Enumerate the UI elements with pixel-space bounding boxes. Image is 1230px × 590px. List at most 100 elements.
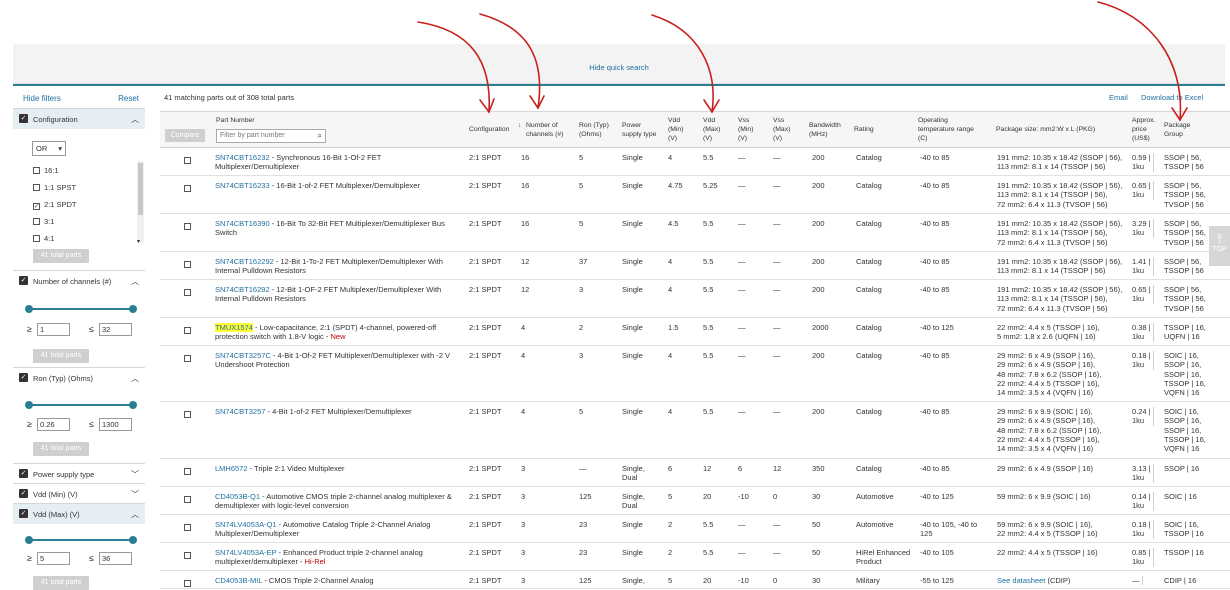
chevron-up-icon[interactable]: ︿ — [131, 373, 139, 384]
chevron-up-icon[interactable]: ︿ — [131, 509, 139, 520]
check-icon[interactable]: ✓ — [19, 373, 28, 382]
header-vss-max[interactable]: Vss (Max) (V) — [773, 116, 795, 143]
header-vss-min[interactable]: Vss (Min) (V) — [738, 116, 760, 143]
header-part-number[interactable]: Part Number — [216, 116, 255, 125]
option-16-1[interactable]: 16:1 — [33, 166, 59, 175]
checkbox[interactable] — [33, 184, 40, 191]
facet-configuration-header[interactable]: ✓ Configuration ︿ — [13, 109, 145, 129]
row-compare-checkbox[interactable] — [184, 185, 191, 192]
row-compare-checkbox[interactable] — [184, 552, 191, 559]
total-parts-button[interactable]: 41 total parts — [33, 249, 89, 263]
back-to-top-button[interactable]: ⤒ TOP — [1209, 226, 1230, 266]
option-2-1-spdt[interactable]: ✓ 2:1 SPDT — [33, 200, 77, 210]
part-number-link[interactable]: SN74CBT162292 — [215, 257, 274, 266]
facet-vdd-min-header[interactable]: ✓ Vdd (Min) (V) ﹀ — [13, 484, 145, 504]
download-excel-link[interactable]: Download to Excel — [1141, 93, 1203, 102]
check-icon[interactable]: ✓ — [19, 509, 28, 518]
row-compare-checkbox[interactable] — [184, 289, 191, 296]
row-compare-checkbox[interactable] — [184, 468, 191, 475]
slider-handle-max[interactable] — [129, 401, 137, 409]
slider-handle-min[interactable] — [25, 305, 33, 313]
facet-ron-header[interactable]: ✓ Ron (Typ) (Ohms) ︿ — [13, 368, 145, 388]
scroll-down-icon[interactable]: ▾ — [137, 238, 140, 245]
checkbox[interactable] — [33, 218, 40, 225]
ron-max-input[interactable]: 1300 — [99, 418, 132, 431]
header-power[interactable]: Power supply type — [622, 121, 660, 139]
row-compare-checkbox[interactable] — [184, 524, 191, 531]
ron-min-input[interactable]: 0.26 — [37, 418, 70, 431]
search-icon[interactable]: ⌕ — [318, 130, 322, 142]
part-number-link[interactable]: CD4053B-MIL — [215, 576, 262, 585]
channels-range-slider[interactable] — [25, 305, 137, 313]
facet-channels-header[interactable]: ✓ Number of channels (#) ︿ — [13, 271, 145, 291]
datasheet-link[interactable]: See datasheet — [997, 576, 1045, 585]
header-temperature[interactable]: Operating temperature range (C) — [918, 116, 982, 143]
total-parts-button[interactable]: 41 total parts — [33, 442, 89, 456]
part-number-link[interactable]: CD4053B-Q1 — [215, 492, 260, 501]
slider-handle-max[interactable] — [129, 536, 137, 544]
channels-max-input[interactable]: 32 — [99, 323, 132, 336]
part-number-link[interactable]: SN74CBT16390 — [215, 219, 270, 228]
row-compare-checkbox[interactable] — [184, 411, 191, 418]
slider-handle-min[interactable] — [25, 401, 33, 409]
channels-min-input[interactable]: 1 — [37, 323, 70, 336]
part-number-link[interactable]: SN74CBT3257C — [215, 351, 271, 360]
total-parts-button[interactable]: 41 total parts — [33, 349, 89, 363]
row-compare-checkbox[interactable] — [184, 157, 191, 164]
check-icon[interactable]: ✓ — [19, 469, 28, 478]
options-scrollbar[interactable]: ▾ — [137, 161, 144, 245]
part-number-filter-input[interactable]: Filter by part number ⌕ — [216, 129, 326, 143]
email-link[interactable]: Email — [1109, 93, 1128, 102]
chevron-down-icon[interactable]: ﹀ — [131, 489, 139, 500]
row-compare-checkbox[interactable] — [184, 496, 191, 503]
check-icon[interactable]: ✓ — [19, 489, 28, 498]
chevron-down-icon[interactable]: ﹀ — [131, 469, 139, 480]
part-number-link[interactable]: SN74LV4053A-EP — [215, 548, 276, 557]
part-number-link[interactable]: SN74CBT16292 — [215, 285, 270, 294]
header-configuration[interactable]: Configuration — [469, 125, 509, 134]
slider-handle-min[interactable] — [25, 536, 33, 544]
header-vdd-min[interactable]: Vdd (Min) (V) — [668, 116, 690, 143]
chevron-up-icon[interactable]: ︿ — [131, 114, 139, 125]
check-icon[interactable]: ✓ — [19, 114, 28, 123]
option-1-1-spst[interactable]: 1:1 SPST — [33, 183, 76, 192]
scrollbar-thumb[interactable] — [138, 163, 143, 215]
row-compare-checkbox[interactable] — [184, 261, 191, 268]
checkbox[interactable] — [33, 235, 40, 242]
row-compare-checkbox[interactable] — [184, 355, 191, 362]
vdd-max-min-input[interactable]: 5 — [37, 552, 70, 565]
part-number-link[interactable]: SN74CBT3257 — [215, 407, 265, 416]
compare-button[interactable]: Compare — [165, 129, 205, 142]
option-4-1[interactable]: 4:1 — [33, 234, 54, 243]
header-rating[interactable]: Rating — [854, 125, 874, 134]
part-number-link[interactable]: TMUX1574 — [215, 323, 253, 332]
option-3-1[interactable]: 3:1 — [33, 217, 54, 226]
facet-power-supply-header[interactable]: ✓ Power supply type ﹀ — [13, 464, 145, 484]
row-compare-checkbox[interactable] — [184, 580, 191, 587]
part-number-link[interactable]: LMH6572 — [215, 464, 248, 473]
checkbox-checked[interactable]: ✓ — [33, 203, 40, 210]
header-bandwidth[interactable]: Bandwidth (MHz) — [809, 121, 845, 139]
slider-handle-max[interactable] — [129, 305, 137, 313]
header-package-group[interactable]: Package Group — [1164, 121, 1192, 139]
header-price[interactable]: Approx. price (US$) — [1132, 116, 1160, 143]
header-package-size[interactable]: Package size: mm2:W x L (PKG) — [996, 125, 1095, 134]
hide-filters-link[interactable]: Hide filters — [23, 94, 61, 103]
chevron-up-icon[interactable]: ︿ — [131, 276, 139, 287]
total-parts-button[interactable]: 41 total parts — [33, 576, 89, 590]
part-number-link[interactable]: SN74LV4053A-Q1 — [215, 520, 277, 529]
hide-quick-search-link[interactable]: Hide quick search — [13, 63, 1225, 72]
sort-arrow-icon[interactable]: ↓ — [518, 121, 521, 130]
header-channels[interactable]: Number of channels (#) — [526, 121, 568, 139]
reset-link[interactable]: Reset — [118, 94, 139, 103]
part-number-link[interactable]: SN74CBT16233 — [215, 181, 270, 190]
checkbox[interactable] — [33, 167, 40, 174]
facet-vdd-max-header[interactable]: ✓ Vdd (Max) (V) ︿ — [13, 504, 145, 524]
operator-select[interactable]: OR ▾ — [32, 141, 66, 156]
vdd-max-range-slider[interactable] — [25, 536, 137, 544]
vdd-max-max-input[interactable]: 36 — [99, 552, 132, 565]
ron-range-slider[interactable] — [25, 401, 137, 409]
header-vdd-max[interactable]: Vdd (Max) (V) — [703, 116, 725, 143]
check-icon[interactable]: ✓ — [19, 276, 28, 285]
row-compare-checkbox[interactable] — [184, 327, 191, 334]
